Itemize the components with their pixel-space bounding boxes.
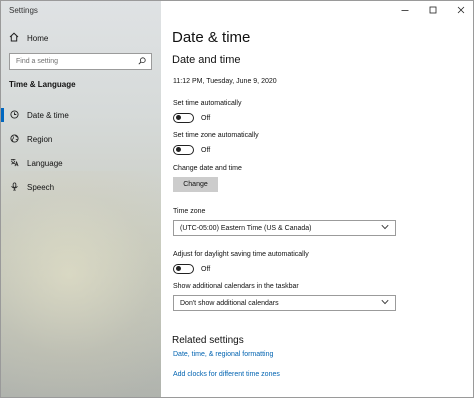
sidebar-item-label: Date & time — [27, 110, 69, 120]
close-button[interactable] — [447, 1, 473, 19]
toggle-knob — [176, 115, 181, 121]
daylight-saving-label: Adjust for daylight saving time automati… — [173, 251, 309, 258]
change-date-time-label: Change date and time — [173, 165, 242, 172]
sidebar-nav: Date & time Region Language Speech — [1, 103, 161, 199]
clock-icon — [10, 109, 19, 121]
set-time-auto-label: Set time automatically — [173, 100, 242, 107]
settings-window: Settings Home Find a setting Time & Lang… — [0, 0, 474, 398]
additional-calendars-dropdown[interactable]: Don't show additional calendars — [173, 295, 396, 311]
regional-formatting-link[interactable]: Date, time, & regional formatting — [173, 351, 273, 358]
sidebar: Settings Home Find a setting Time & Lang… — [1, 1, 161, 397]
globe-icon — [10, 133, 19, 145]
toggle-knob — [176, 266, 181, 272]
daylight-saving-toggle[interactable]: Off — [173, 264, 210, 274]
main-pane: Date & time Date and time 11:12 PM, Tues… — [161, 1, 473, 397]
time-zone-dropdown[interactable]: (UTC-05:00) Eastern Time (US & Canada) — [173, 220, 396, 236]
chevron-down-icon — [381, 224, 389, 232]
set-time-auto-toggle[interactable]: Off — [173, 113, 210, 123]
sidebar-item-label: Region — [27, 134, 53, 144]
search-placeholder: Find a setting — [16, 58, 59, 65]
toggle-knob — [176, 147, 181, 153]
related-settings-heading: Related settings — [172, 335, 244, 346]
toggle-switch[interactable] — [173, 145, 194, 155]
set-timezone-auto-toggle[interactable]: Off — [173, 145, 210, 155]
language-icon — [10, 158, 19, 169]
additional-calendars-label: Show additional calendars in the taskbar — [173, 283, 299, 290]
time-zone-value: (UTC-05:00) Eastern Time (US & Canada) — [180, 224, 312, 232]
sidebar-item-date-time[interactable]: Date & time — [1, 103, 161, 127]
toggle-state: Off — [201, 114, 211, 122]
toggle-switch[interactable] — [173, 264, 194, 274]
window-title: Settings — [9, 6, 38, 15]
sidebar-item-region[interactable]: Region — [1, 127, 161, 151]
set-timezone-auto-label: Set time zone automatically — [173, 132, 259, 139]
window-controls — [391, 1, 473, 19]
change-button[interactable]: Change — [173, 177, 218, 192]
toggle-switch[interactable] — [173, 113, 194, 123]
section-heading: Date and time — [172, 54, 241, 66]
microphone-icon — [10, 181, 19, 193]
sidebar-item-label: Speech — [27, 182, 55, 192]
sidebar-item-speech[interactable]: Speech — [1, 175, 161, 199]
sidebar-section-title: Time & Language — [9, 80, 76, 89]
home-nav-item[interactable]: Home — [9, 32, 48, 44]
chevron-down-icon — [381, 299, 389, 307]
sidebar-item-label: Language — [27, 158, 63, 168]
page-title: Date & time — [172, 29, 251, 46]
minimize-button[interactable] — [391, 1, 419, 18]
maximize-icon — [429, 1, 437, 19]
additional-calendars-value: Don't show additional calendars — [180, 299, 279, 307]
search-icon — [138, 56, 146, 67]
toggle-state: Off — [201, 146, 211, 154]
minimize-icon — [401, 1, 409, 19]
toggle-state: Off — [201, 265, 211, 273]
sidebar-item-language[interactable]: Language — [1, 151, 161, 175]
close-icon — [457, 1, 465, 19]
home-icon — [9, 32, 19, 44]
search-input[interactable]: Find a setting — [9, 53, 152, 70]
current-datetime: 11:12 PM, Tuesday, June 9, 2020 — [173, 78, 277, 85]
add-clocks-link[interactable]: Add clocks for different time zones — [173, 371, 280, 378]
time-zone-label: Time zone — [173, 208, 206, 215]
maximize-button[interactable] — [419, 1, 447, 18]
home-label: Home — [27, 33, 49, 43]
